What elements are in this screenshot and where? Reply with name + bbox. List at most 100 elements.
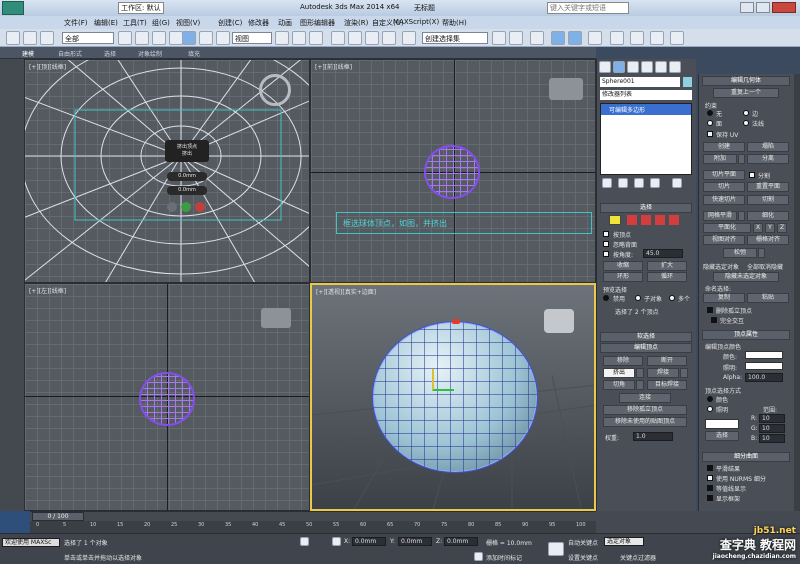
mirror-icon[interactable] [492,31,506,45]
redo-icon[interactable] [23,31,37,45]
snaps-toggle-icon[interactable] [331,31,345,45]
menu-views[interactable]: 视图(V) [176,18,200,28]
menu-create[interactable]: 创建(C) [218,18,242,28]
select-by-name-icon[interactable] [135,31,149,45]
rollout-edit-geometry-header[interactable]: 编辑几何体 [702,76,790,86]
element-mode-icon[interactable] [669,215,679,225]
reset-plane-button[interactable]: 重置平面 [747,182,789,192]
show-end-result-icon[interactable] [618,178,628,188]
display-tab-icon[interactable] [655,61,667,73]
ignore-backfacing-checkbox[interactable] [603,241,609,247]
range-r-spinner[interactable]: 10 [759,414,785,423]
by-angle-checkbox[interactable] [603,251,609,257]
planar-x-button[interactable]: X [753,223,763,233]
curve-editor-icon[interactable] [568,31,582,45]
extrude-width-spinner[interactable]: 0.0mm [167,186,207,195]
named-selection-set-dropdown[interactable]: 创建选择集 [422,32,488,44]
spinner-snap-icon[interactable] [382,31,396,45]
constraint-normal-radio[interactable] [743,120,749,126]
select-by-illum-radio[interactable] [707,406,713,412]
chamfer-button[interactable]: 切角 [603,380,635,390]
viewport-label[interactable]: [+][左][线框] [29,286,66,295]
constraint-edge-radio[interactable] [743,110,749,116]
menu-graph-editors[interactable]: 图形编辑器 [300,18,335,28]
tessellate-button[interactable]: 细化 [747,211,789,221]
angle-spinner[interactable]: 45.0 [643,249,683,258]
vertex-color-swatch[interactable] [745,351,783,359]
ring-button[interactable]: 环形 [603,272,643,282]
slice-plane-button[interactable]: 切片平面 [703,170,745,180]
make-planar-button[interactable]: 平面化 [703,223,751,233]
attach-settings-button[interactable] [738,154,745,164]
caddy-apply-icon[interactable] [181,202,191,212]
time-slider[interactable]: 0 / 100 [0,511,596,521]
manipulate-icon[interactable] [292,31,306,45]
viewcube-icon[interactable] [261,308,291,328]
range-b-spinner[interactable]: 10 [759,434,785,443]
window-crossing-icon[interactable] [169,31,183,45]
mini-listener-icon[interactable] [0,511,30,533]
modifier-list-dropdown[interactable]: 修改器列表 [600,90,692,100]
make-unique-icon[interactable] [634,178,644,188]
viewport-perspective[interactable]: [+][透视][真实+边面] [310,283,596,511]
time-slider-thumb[interactable]: 0 / 100 [32,512,84,521]
workspace-selector[interactable]: 工作区: 默认 [118,2,164,14]
menu-file[interactable]: 文件(F) [64,18,88,28]
absolute-mode-icon[interactable] [332,537,341,546]
viewport-label[interactable]: [+][前][线框] [315,62,352,71]
menu-edit[interactable]: 编辑(E) [94,18,118,28]
select-scale-icon[interactable] [216,31,230,45]
extrude-button[interactable]: 挤出 [603,368,635,378]
weight-spinner[interactable]: 1.0 [633,432,673,441]
y-coord-field[interactable]: 0.0mm [398,537,432,546]
meshsmooth-button[interactable]: 网格平滑 [703,211,737,221]
motion-tab-icon[interactable] [641,61,653,73]
menu-modifiers[interactable]: 修改器 [248,18,269,28]
viewcube-icon[interactable] [544,309,574,333]
remove-unused-map-verts-button[interactable]: 移除未使用的贴图顶点 [603,417,687,427]
illumination-color-swatch[interactable] [745,362,783,370]
caddy-ok-icon[interactable] [167,202,177,212]
remove-button[interactable]: 移除 [603,356,643,366]
viewcube-icon[interactable] [549,78,583,100]
repeat-last-button[interactable]: 重复上一个 [713,88,779,98]
planar-y-button[interactable]: Y [765,223,775,233]
attach-button[interactable]: 附加 [703,154,737,164]
add-time-tag-icon[interactable] [474,552,483,561]
pin-stack-icon[interactable] [602,178,612,188]
track-bar[interactable]: 0 5 10 15 20 25 30 35 40 45 50 55 60 65 70 75 80 85 90 95 10… [30,521,596,533]
viewport-top[interactable]: [+][顶][线框] 挤出顶点 挤出 0.0mm 0.0mm [24,59,310,283]
panel-scrollbar[interactable] [794,74,800,511]
ribbon-tab-freeform[interactable]: 自由形式 [58,49,82,58]
hide-selected-button[interactable]: 隐藏选定对象 [703,262,739,271]
relax-settings-button[interactable] [758,248,765,258]
menu-help[interactable]: 帮助(H) [442,18,467,28]
split-checkbox[interactable] [749,172,755,178]
preview-subobj-radio[interactable] [635,295,641,301]
paste-button[interactable]: 粘贴 [747,293,789,303]
delete-isolated-checkbox[interactable] [707,307,713,313]
create-tab-icon[interactable] [599,61,611,73]
schematic-view-icon[interactable] [588,31,602,45]
select-by-color-radio[interactable] [707,396,713,402]
render-setup-icon[interactable] [630,31,644,45]
rollout-selection-header[interactable]: 选择 [600,203,692,213]
edit-named-selection-icon[interactable] [402,31,416,45]
lock-selection-icon[interactable] [300,537,309,546]
constraint-face-radio[interactable] [707,120,713,126]
planar-z-button[interactable]: Z [777,223,787,233]
chamfer-settings-button[interactable] [636,380,644,390]
select-rotate-icon[interactable] [199,31,213,45]
rollout-soft-selection-header[interactable]: 软选择 [600,332,692,342]
view-align-button[interactable]: 视图对齐 [703,235,745,245]
viewport-left[interactable]: [+][左][线框] [24,283,310,511]
modifier-stack[interactable]: 可编辑多边形 [600,103,692,175]
graphite-toggle-icon[interactable] [551,31,565,45]
relax-button[interactable]: 松弛 [723,248,757,258]
menu-animation[interactable]: 动画 [278,18,292,28]
viewport-label[interactable]: [+][透视][真实+边面] [316,287,376,296]
viewcube-icon[interactable] [259,74,291,106]
break-button[interactable]: 断开 [647,356,687,366]
isoline-display-checkbox[interactable] [707,485,713,491]
z-coord-field[interactable]: 0.0mm [444,537,478,546]
